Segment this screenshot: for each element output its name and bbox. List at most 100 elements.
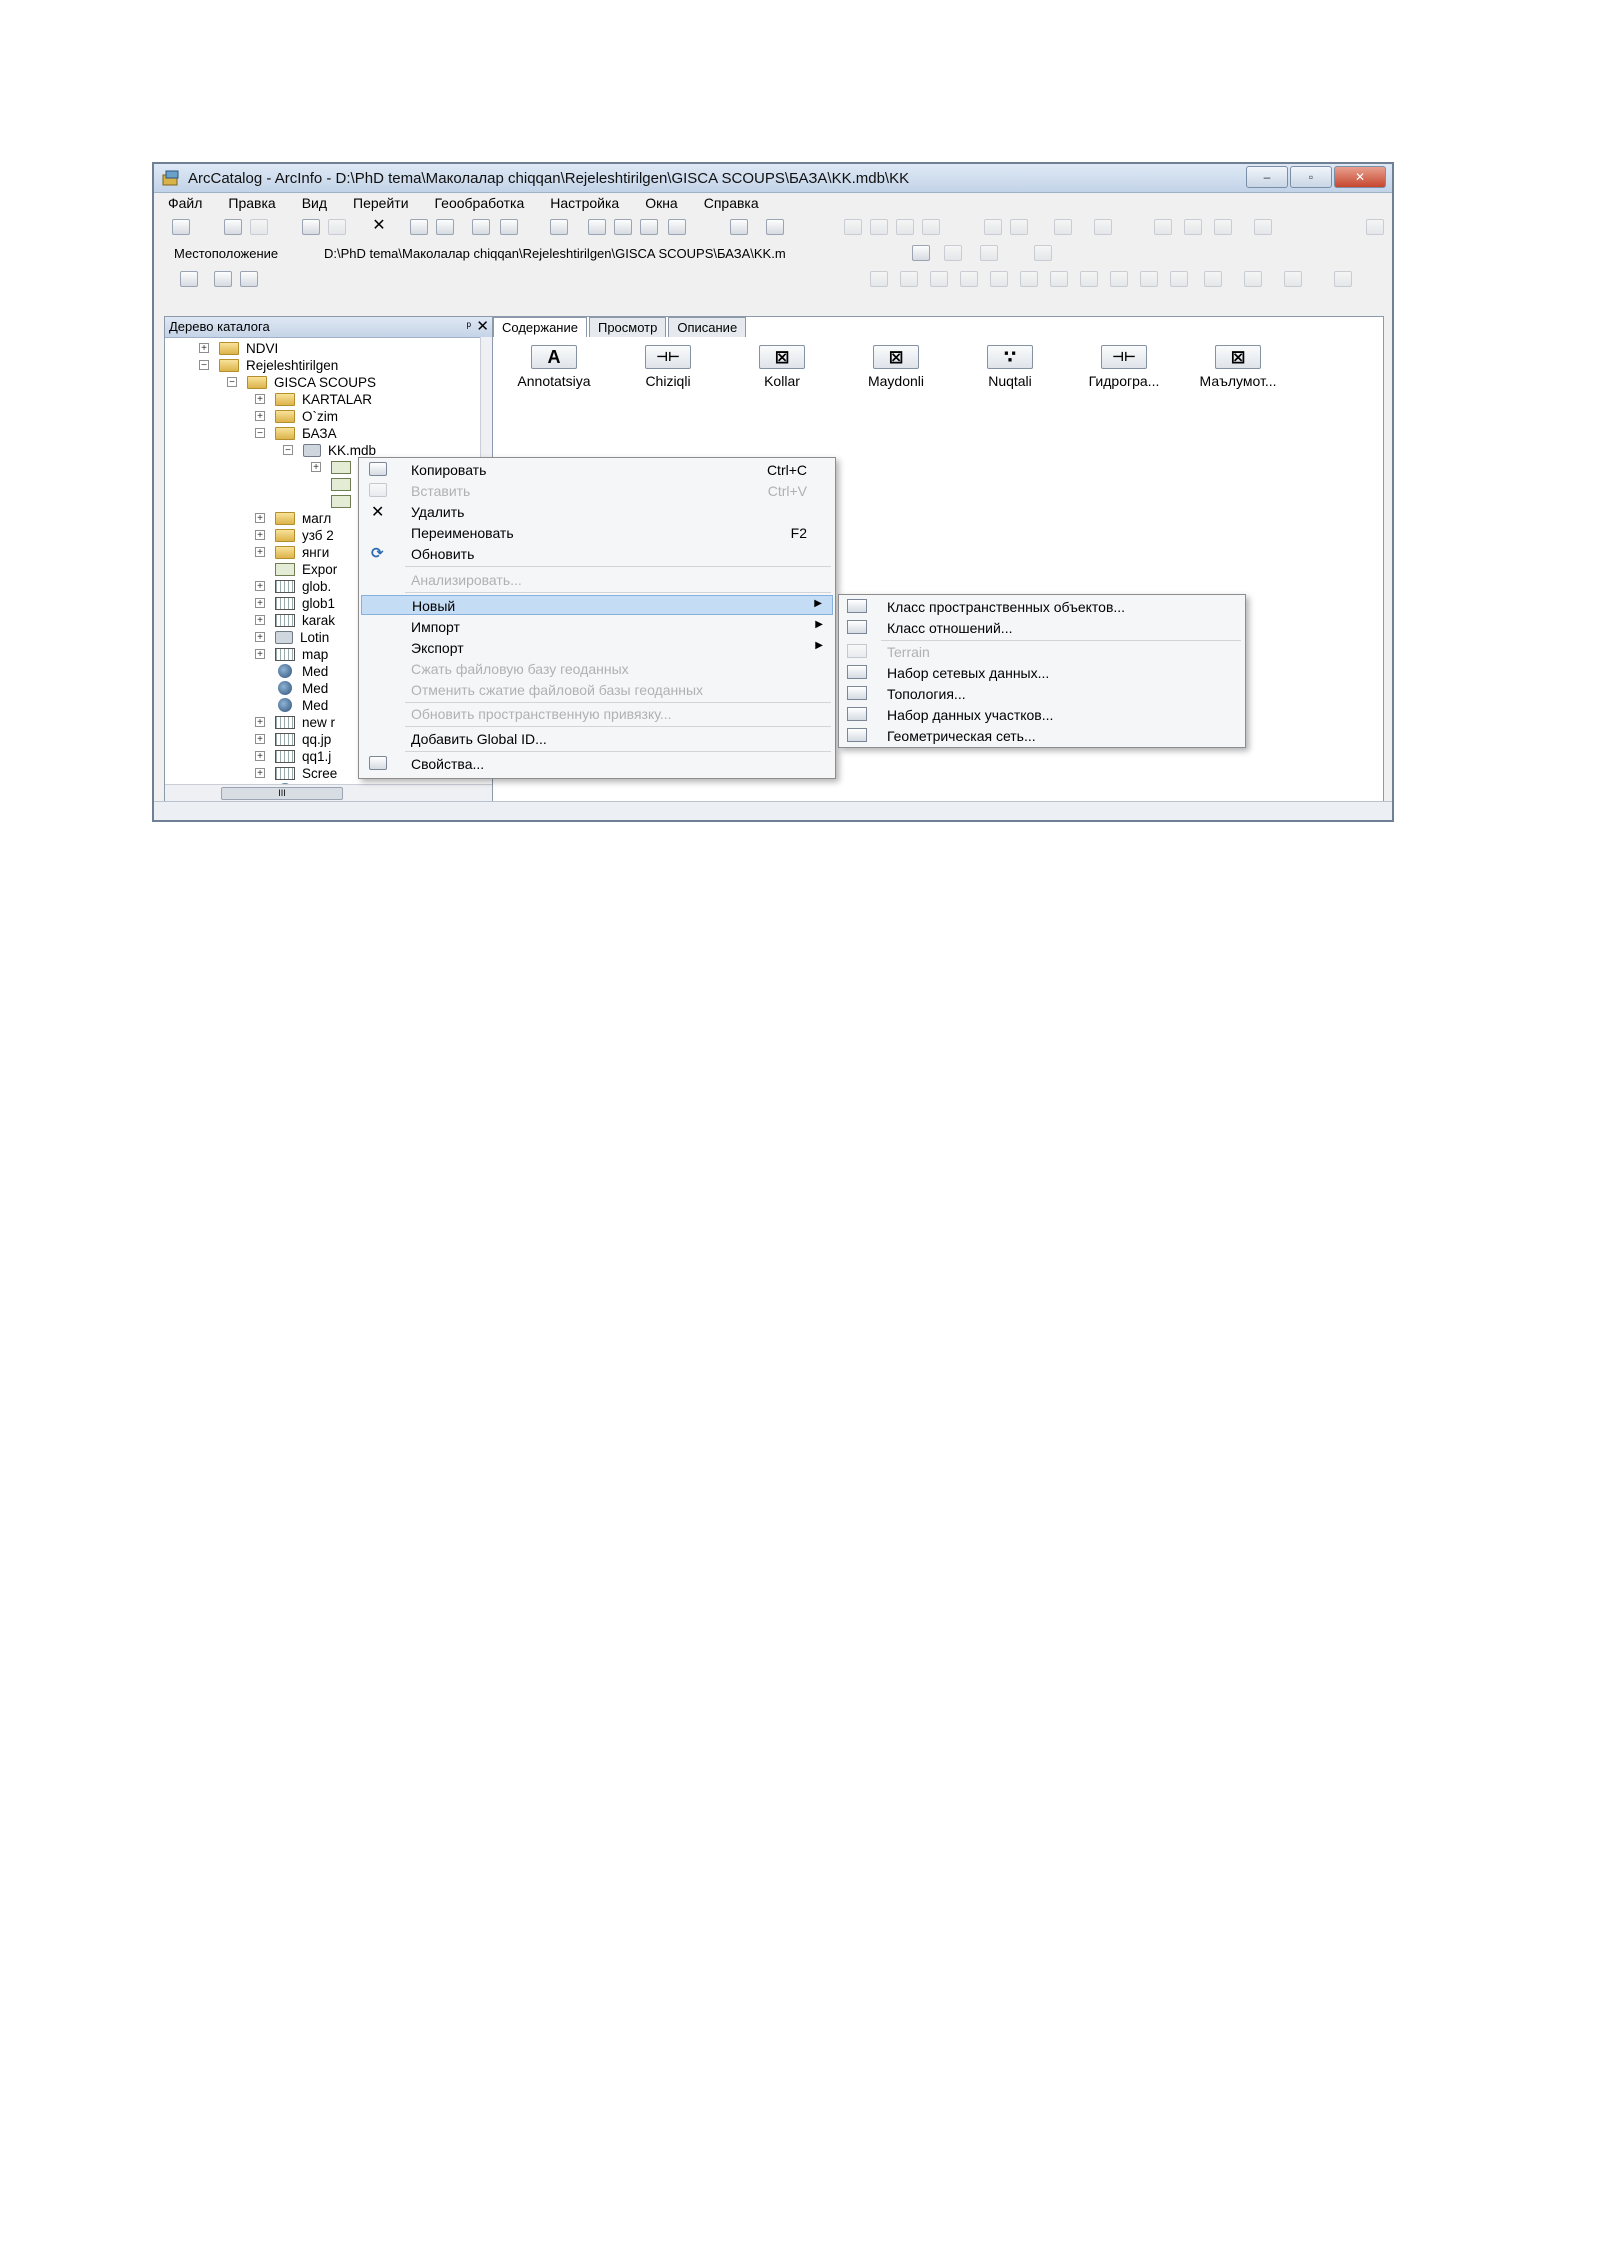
scroll-thumb[interactable]: III	[221, 787, 343, 800]
tree-item-ndvi[interactable]: + NDVI	[199, 340, 278, 356]
geo-grid-icon[interactable]	[1110, 271, 1128, 287]
expand-icon[interactable]: +	[255, 615, 265, 626]
expand-icon[interactable]: +	[255, 581, 265, 592]
tree-horizontal-scrollbar[interactable]: III	[165, 784, 497, 801]
geo-globe-icon[interactable]	[1170, 271, 1188, 287]
tree-item-gisca-scoups[interactable]: − GISCA SCOUPS	[227, 374, 376, 390]
collapse-icon[interactable]: −	[227, 377, 237, 388]
geo-layers-icon[interactable]	[1140, 271, 1158, 287]
thumbnails-icon[interactable]	[500, 219, 518, 235]
content-item-maydonli[interactable]: ⊠ Maydonli	[841, 345, 951, 389]
expand-icon[interactable]: +	[255, 632, 265, 643]
tree-item-karak[interactable]: + karak	[255, 612, 335, 628]
command-line-icon[interactable]	[668, 219, 686, 235]
export-metadata-icon[interactable]	[240, 271, 258, 287]
sub-parcel-fabric[interactable]: Набор данных участков...	[841, 705, 1243, 725]
menu-file[interactable]: Файл	[154, 192, 214, 216]
import-metadata-icon[interactable]	[214, 271, 232, 287]
geo-link-icon[interactable]	[1244, 271, 1262, 287]
content-item-kollar[interactable]: ⊠ Kollar	[727, 345, 837, 389]
delete-icon[interactable]: ✕	[370, 218, 388, 235]
collapse-icon[interactable]: −	[255, 428, 265, 439]
expand-icon[interactable]: +	[255, 547, 265, 558]
search-icon[interactable]	[550, 219, 568, 235]
full-extent-icon[interactable]	[922, 219, 940, 235]
tree-item-glob[interactable]: + glob.	[255, 578, 331, 594]
sub-network-dataset[interactable]: Набор сетевых данных...	[841, 663, 1243, 683]
launch-arcmap-icon[interactable]	[588, 219, 606, 235]
tree-item-scree[interactable]: + Scree	[255, 765, 337, 781]
pause-icon[interactable]	[1214, 219, 1232, 235]
ctx-add-global-id[interactable]: Добавить Global ID...	[361, 729, 833, 749]
expand-icon[interactable]: +	[255, 751, 265, 762]
ctx-export[interactable]: Экспорт ▶	[361, 638, 833, 658]
expand-icon[interactable]: +	[255, 530, 265, 541]
zoom-in-icon[interactable]	[844, 219, 862, 235]
details-icon[interactable]	[472, 219, 490, 235]
forward-icon[interactable]	[1010, 219, 1028, 235]
up-one-level-icon[interactable]	[172, 219, 190, 235]
list-icon[interactable]	[436, 219, 454, 235]
expand-icon[interactable]: +	[255, 717, 265, 728]
stop-icon[interactable]	[1184, 219, 1202, 235]
pan-icon[interactable]	[896, 219, 914, 235]
geo-find-icon[interactable]	[1080, 271, 1098, 287]
content-item-chiziqli[interactable]: ⊣⊢ Chiziqli	[613, 345, 723, 389]
pin-icon[interactable]: ᵖ	[466, 319, 471, 333]
tree-close-icon[interactable]: ✕	[476, 317, 489, 335]
tree-item-qq1-j[interactable]: + qq1.j	[255, 748, 331, 764]
tree-item-kk-dataset[interactable]: +	[311, 459, 358, 475]
location-dropdown-icon[interactable]	[912, 245, 930, 261]
expand-icon[interactable]: +	[255, 768, 265, 779]
expand-icon[interactable]: +	[255, 394, 265, 405]
tree-item-rejeleshtirilgen[interactable]: − Rejeleshtirilgen	[199, 357, 338, 373]
expand-icon[interactable]: +	[255, 411, 265, 422]
geo-zoom-in-icon[interactable]	[870, 271, 888, 287]
ctx-copy[interactable]: Копировать Ctrl+C	[361, 460, 833, 480]
toolbar-options-icon[interactable]	[1366, 219, 1384, 235]
refresh-map-icon[interactable]	[1034, 245, 1052, 261]
close-button[interactable]: ✕	[1334, 166, 1386, 188]
expand-icon[interactable]: +	[255, 513, 265, 524]
tab-contents[interactable]: Содержание	[493, 317, 587, 337]
metadata-icon[interactable]	[730, 219, 748, 235]
menu-edit[interactable]: Правка	[214, 192, 287, 216]
menu-geoprocessing[interactable]: Геообработка	[421, 192, 537, 216]
catalog-tree-icon[interactable]	[614, 219, 632, 235]
ctx-properties[interactable]: Свойства...	[361, 754, 833, 774]
collapse-icon[interactable]: −	[283, 445, 293, 456]
maximize-button[interactable]: ▫	[1290, 166, 1332, 188]
tree-item-ozim[interactable]: + O`zim	[255, 408, 338, 424]
geo-icon[interactable]	[980, 245, 998, 261]
geo-3d-icon[interactable]	[1284, 271, 1302, 287]
tree-item-magl[interactable]: + магл	[255, 510, 331, 526]
tree-item-lotin[interactable]: + Lotin	[255, 629, 329, 645]
disconnect-folder-icon[interactable]	[250, 219, 268, 235]
connect-folder-icon[interactable]	[224, 219, 242, 235]
tab-preview[interactable]: Просмотр	[588, 317, 667, 337]
paste-icon[interactable]	[328, 219, 346, 235]
identify-icon[interactable]	[1054, 219, 1072, 235]
arctoolbox-icon[interactable]	[640, 219, 658, 235]
validate-icon[interactable]	[180, 271, 198, 287]
tree-item-baza[interactable]: − БАЗА	[255, 425, 337, 441]
menu-windows[interactable]: Окна	[631, 192, 690, 216]
geo-options-icon[interactable]	[1334, 271, 1352, 287]
tree-item-new-r[interactable]: + new r	[255, 714, 335, 730]
tree-item-med-3[interactable]: Med	[255, 697, 328, 713]
sub-geometric-network[interactable]: Геометрическая сеть...	[841, 726, 1243, 746]
ctx-import[interactable]: Импорт ▶	[361, 617, 833, 637]
tree-item-kk-mdb[interactable]: − KK.mdb	[283, 442, 376, 458]
sub-relationship-class[interactable]: Класс отношений...	[841, 618, 1243, 638]
expand-icon[interactable]: +	[311, 462, 321, 473]
tab-description[interactable]: Описание	[668, 317, 747, 337]
menu-go[interactable]: Перейти	[339, 192, 420, 216]
tree-item-qq-jp[interactable]: + qq.jp	[255, 731, 331, 747]
content-item-nuqtali[interactable]: ∵ Nuqtali	[955, 345, 1065, 389]
tree-item-med-1[interactable]: Med	[255, 663, 328, 679]
geo-pan-icon[interactable]	[930, 271, 948, 287]
minimize-button[interactable]: –	[1246, 166, 1288, 188]
expand-icon[interactable]: +	[255, 734, 265, 745]
geo-refresh-icon[interactable]	[1204, 271, 1222, 287]
content-item-gidrogra[interactable]: ⊣⊢ Гидрогра...	[1069, 345, 1179, 389]
